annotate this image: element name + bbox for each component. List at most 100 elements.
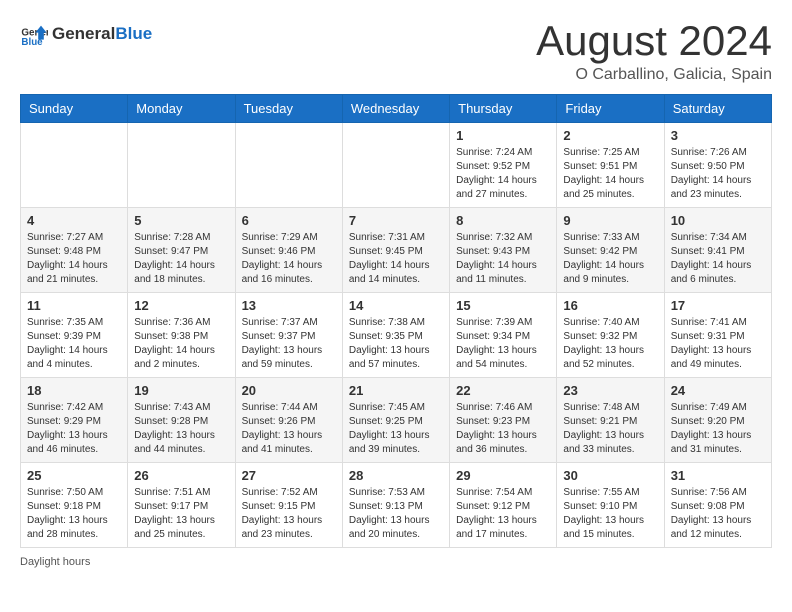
calendar-day-cell: 9 Sunrise: 7:33 AM Sunset: 9:42 PM Daylig… bbox=[557, 208, 664, 293]
day-number: 8 bbox=[456, 213, 550, 228]
weekday-header-cell: Friday bbox=[557, 95, 664, 123]
logo-blue: Blue bbox=[115, 24, 152, 44]
calendar-day-cell: 6 Sunrise: 7:29 AM Sunset: 9:46 PM Daylig… bbox=[235, 208, 342, 293]
day-number: 15 bbox=[456, 298, 550, 313]
day-number: 6 bbox=[242, 213, 336, 228]
day-number: 22 bbox=[456, 383, 550, 398]
day-info: Sunrise: 7:26 AM Sunset: 9:50 PM Dayligh… bbox=[671, 146, 765, 202]
day-number: 18 bbox=[27, 383, 121, 398]
weekday-header-row: SundayMondayTuesdayWednesdayThursdayFrid… bbox=[21, 95, 772, 123]
month-year-title: August 2024 bbox=[536, 20, 772, 62]
day-info: Sunrise: 7:24 AM Sunset: 9:52 PM Dayligh… bbox=[456, 146, 550, 202]
calendar-week-row: 25 Sunrise: 7:50 AM Sunset: 9:18 PM Dayli… bbox=[21, 463, 772, 548]
day-number: 12 bbox=[134, 298, 228, 313]
day-info: Sunrise: 7:56 AM Sunset: 9:08 PM Dayligh… bbox=[671, 486, 765, 542]
day-info: Sunrise: 7:35 AM Sunset: 9:39 PM Dayligh… bbox=[27, 316, 121, 372]
day-number: 9 bbox=[563, 213, 657, 228]
calendar-day-cell bbox=[21, 123, 128, 208]
day-number: 25 bbox=[27, 468, 121, 483]
day-number: 31 bbox=[671, 468, 765, 483]
day-number: 13 bbox=[242, 298, 336, 313]
calendar-body: 1 Sunrise: 7:24 AM Sunset: 9:52 PM Daylig… bbox=[21, 123, 772, 548]
calendar-day-cell bbox=[342, 123, 449, 208]
day-number: 24 bbox=[671, 383, 765, 398]
day-info: Sunrise: 7:52 AM Sunset: 9:15 PM Dayligh… bbox=[242, 486, 336, 542]
day-info: Sunrise: 7:27 AM Sunset: 9:48 PM Dayligh… bbox=[27, 231, 121, 287]
day-info: Sunrise: 7:38 AM Sunset: 9:35 PM Dayligh… bbox=[349, 316, 443, 372]
day-info: Sunrise: 7:45 AM Sunset: 9:25 PM Dayligh… bbox=[349, 401, 443, 457]
day-info: Sunrise: 7:48 AM Sunset: 9:21 PM Dayligh… bbox=[563, 401, 657, 457]
day-number: 7 bbox=[349, 213, 443, 228]
calendar-day-cell: 25 Sunrise: 7:50 AM Sunset: 9:18 PM Dayli… bbox=[21, 463, 128, 548]
footer-note: Daylight hours bbox=[20, 556, 772, 568]
day-info: Sunrise: 7:51 AM Sunset: 9:17 PM Dayligh… bbox=[134, 486, 228, 542]
day-number: 11 bbox=[27, 298, 121, 313]
day-info: Sunrise: 7:46 AM Sunset: 9:23 PM Dayligh… bbox=[456, 401, 550, 457]
calendar-day-cell: 13 Sunrise: 7:37 AM Sunset: 9:37 PM Dayli… bbox=[235, 293, 342, 378]
calendar-day-cell: 4 Sunrise: 7:27 AM Sunset: 9:48 PM Daylig… bbox=[21, 208, 128, 293]
calendar-week-row: 4 Sunrise: 7:27 AM Sunset: 9:48 PM Daylig… bbox=[21, 208, 772, 293]
calendar-table: SundayMondayTuesdayWednesdayThursdayFrid… bbox=[20, 94, 772, 548]
calendar-day-cell: 5 Sunrise: 7:28 AM Sunset: 9:47 PM Daylig… bbox=[128, 208, 235, 293]
calendar-day-cell: 14 Sunrise: 7:38 AM Sunset: 9:35 PM Dayli… bbox=[342, 293, 449, 378]
day-info: Sunrise: 7:42 AM Sunset: 9:29 PM Dayligh… bbox=[27, 401, 121, 457]
logo-general: General bbox=[52, 24, 115, 44]
title-section: August 2024 O Carballino, Galicia, Spain bbox=[536, 20, 772, 84]
calendar-day-cell: 31 Sunrise: 7:56 AM Sunset: 9:08 PM Dayli… bbox=[664, 463, 771, 548]
day-number: 27 bbox=[242, 468, 336, 483]
calendar-day-cell bbox=[235, 123, 342, 208]
day-info: Sunrise: 7:29 AM Sunset: 9:46 PM Dayligh… bbox=[242, 231, 336, 287]
logo: General Blue General Blue bbox=[20, 20, 152, 48]
day-number: 4 bbox=[27, 213, 121, 228]
calendar-day-cell: 23Sunrise: 7:48 AM Sunset: 9:21 PM Dayli… bbox=[557, 378, 664, 463]
day-number: 26 bbox=[134, 468, 228, 483]
calendar-day-cell: 29Sunrise: 7:54 AM Sunset: 9:12 PM Dayli… bbox=[450, 463, 557, 548]
page-header: General Blue General Blue August 2024 O … bbox=[20, 20, 772, 84]
calendar-day-cell: 21 Sunrise: 7:45 AM Sunset: 9:25 PM Dayli… bbox=[342, 378, 449, 463]
calendar-day-cell: 11 Sunrise: 7:35 AM Sunset: 9:39 PM Dayli… bbox=[21, 293, 128, 378]
calendar-day-cell: 19Sunrise: 7:43 AM Sunset: 9:28 PM Dayli… bbox=[128, 378, 235, 463]
day-number: 21 bbox=[349, 383, 443, 398]
weekday-header-cell: Wednesday bbox=[342, 95, 449, 123]
day-info: Sunrise: 7:55 AM Sunset: 9:10 PM Dayligh… bbox=[563, 486, 657, 542]
day-number: 3 bbox=[671, 128, 765, 143]
calendar-day-cell: 22 Sunrise: 7:46 AM Sunset: 9:23 PM Dayli… bbox=[450, 378, 557, 463]
calendar-day-cell bbox=[128, 123, 235, 208]
calendar-day-cell: 16Sunrise: 7:40 AM Sunset: 9:32 PM Dayli… bbox=[557, 293, 664, 378]
day-number: 14 bbox=[349, 298, 443, 313]
day-info: Sunrise: 7:34 AM Sunset: 9:41 PM Dayligh… bbox=[671, 231, 765, 287]
day-info: Sunrise: 7:53 AM Sunset: 9:13 PM Dayligh… bbox=[349, 486, 443, 542]
calendar-day-cell: 30 Sunrise: 7:55 AM Sunset: 9:10 PM Dayli… bbox=[557, 463, 664, 548]
day-info: Sunrise: 7:32 AM Sunset: 9:43 PM Dayligh… bbox=[456, 231, 550, 287]
calendar-day-cell: 27 Sunrise: 7:52 AM Sunset: 9:15 PM Dayli… bbox=[235, 463, 342, 548]
weekday-header-cell: Monday bbox=[128, 95, 235, 123]
day-number: 30 bbox=[563, 468, 657, 483]
day-number: 29 bbox=[456, 468, 550, 483]
calendar-day-cell: 20Sunrise: 7:44 AM Sunset: 9:26 PM Dayli… bbox=[235, 378, 342, 463]
weekday-header-cell: Saturday bbox=[664, 95, 771, 123]
day-number: 1 bbox=[456, 128, 550, 143]
day-number: 19 bbox=[134, 383, 228, 398]
day-info: Sunrise: 7:28 AM Sunset: 9:47 PM Dayligh… bbox=[134, 231, 228, 287]
day-info: Sunrise: 7:49 AM Sunset: 9:20 PM Dayligh… bbox=[671, 401, 765, 457]
calendar-day-cell: 12 Sunrise: 7:36 AM Sunset: 9:38 PM Dayli… bbox=[128, 293, 235, 378]
day-info: Sunrise: 7:36 AM Sunset: 9:38 PM Dayligh… bbox=[134, 316, 228, 372]
day-number: 16 bbox=[563, 298, 657, 313]
day-number: 2 bbox=[563, 128, 657, 143]
day-number: 28 bbox=[349, 468, 443, 483]
weekday-header-cell: Thursday bbox=[450, 95, 557, 123]
day-info: Sunrise: 7:37 AM Sunset: 9:37 PM Dayligh… bbox=[242, 316, 336, 372]
weekday-header-cell: Tuesday bbox=[235, 95, 342, 123]
calendar-day-cell: 1 Sunrise: 7:24 AM Sunset: 9:52 PM Daylig… bbox=[450, 123, 557, 208]
calendar-day-cell: 18 Sunrise: 7:42 AM Sunset: 9:29 PM Dayli… bbox=[21, 378, 128, 463]
calendar-day-cell: 24 Sunrise: 7:49 AM Sunset: 9:20 PM Dayli… bbox=[664, 378, 771, 463]
calendar-week-row: 1 Sunrise: 7:24 AM Sunset: 9:52 PM Daylig… bbox=[21, 123, 772, 208]
day-info: Sunrise: 7:44 AM Sunset: 9:26 PM Dayligh… bbox=[242, 401, 336, 457]
day-number: 10 bbox=[671, 213, 765, 228]
daylight-label: Daylight hours bbox=[20, 556, 90, 568]
weekday-header-cell: Sunday bbox=[21, 95, 128, 123]
day-info: Sunrise: 7:33 AM Sunset: 9:42 PM Dayligh… bbox=[563, 231, 657, 287]
day-number: 17 bbox=[671, 298, 765, 313]
day-number: 5 bbox=[134, 213, 228, 228]
day-info: Sunrise: 7:50 AM Sunset: 9:18 PM Dayligh… bbox=[27, 486, 121, 542]
